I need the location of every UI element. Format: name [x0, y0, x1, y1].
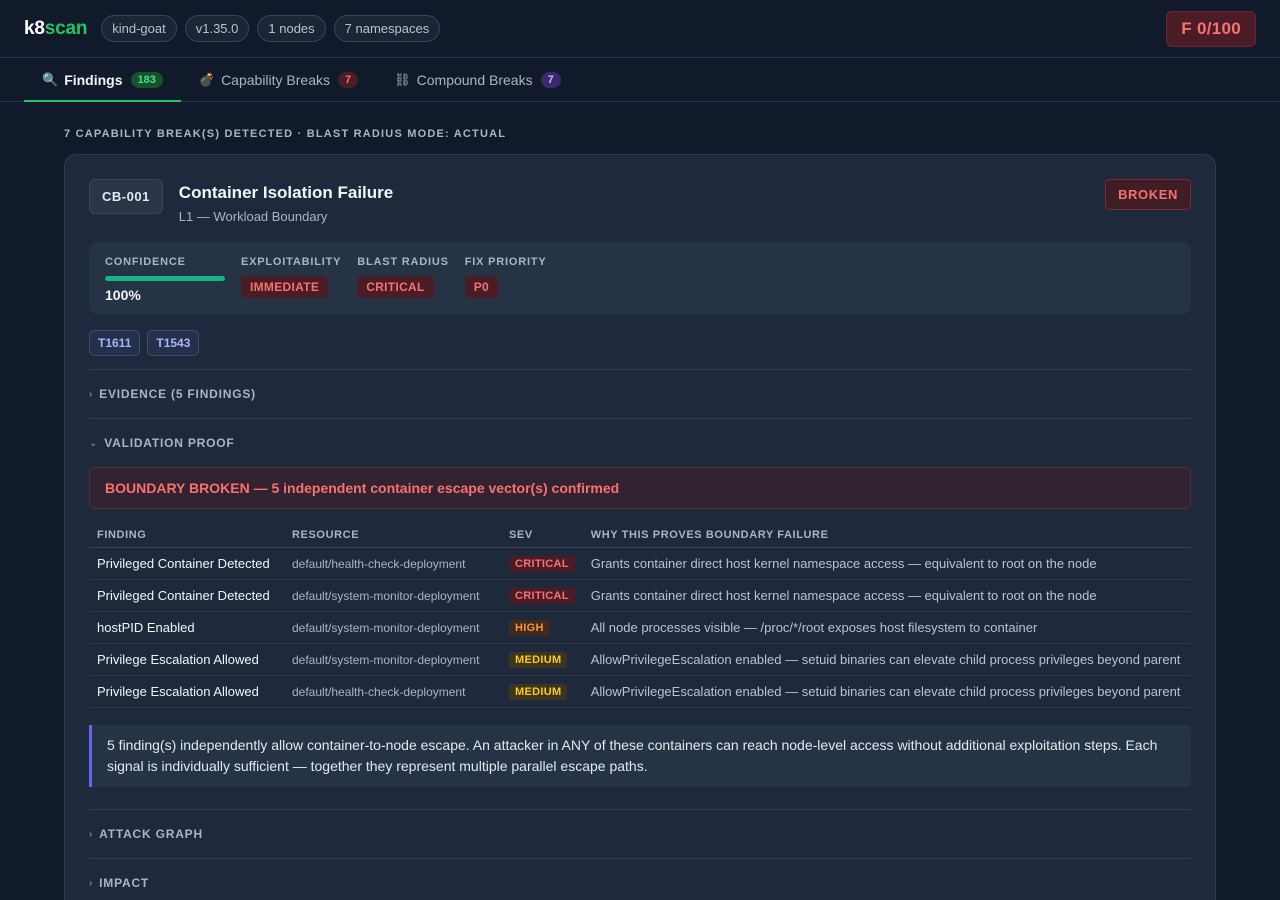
main-content: 7 CAPABILITY BREAK(S) DETECTED · BLAST R…	[0, 128, 1280, 900]
severity-badge: MEDIUM	[509, 652, 568, 668]
evidence-toggle[interactable]: › EVIDENCE (5 FINDINGS)	[89, 370, 1191, 418]
confidence-metric: CONFIDENCE 100%	[105, 256, 225, 303]
tab-bar: 🔍 Findings 183 💣 Capability Breaks 7 ⛓ C…	[0, 58, 1280, 102]
blast-radius-metric: BLAST RADIUS CRITICAL	[357, 256, 449, 300]
table-row: Privileged Container Detected default/sy…	[89, 579, 1191, 612]
confidence-value: 100%	[105, 287, 141, 303]
logo-scan: scan	[44, 17, 88, 39]
confidence-bar	[105, 276, 225, 281]
chevron-right-icon: ›	[89, 828, 94, 840]
severity-cell: CRITICAL	[501, 579, 583, 612]
section-label: ATTACK GRAPH	[99, 827, 203, 841]
fix-priority-badge: P0	[464, 276, 499, 298]
chain-icon: ⛓	[394, 71, 411, 87]
metric-label: EXPLOITABILITY	[241, 256, 342, 268]
top-bar: k8scan kind-goat v1.35.0 1 nodes 7 names…	[0, 0, 1280, 58]
metric-label: BLAST RADIUS	[357, 256, 449, 268]
tab-label: Compound Breaks	[416, 71, 533, 88]
severity-cell: CRITICAL	[501, 547, 583, 580]
section-label: EVIDENCE (5 FINDINGS)	[99, 387, 256, 401]
finding-cell: Privilege Escalation Allowed	[89, 643, 284, 676]
metric-label: FIX PRIORITY	[464, 256, 547, 268]
resource-cell: default/health-check-deployment	[284, 675, 501, 708]
exploitability-metric: EXPLOITABILITY IMMEDIATE	[241, 256, 341, 300]
chevron-right-icon: ›	[89, 388, 94, 400]
reason-cell: AllowPrivilegeEscalation enabled — setui…	[582, 643, 1191, 676]
explanation-callout: 5 finding(s) independently allow contain…	[89, 725, 1191, 787]
technique-tag[interactable]: T1611	[89, 330, 141, 356]
severity-badge: HIGH	[509, 620, 550, 636]
table-row: Privileged Container Detected default/he…	[89, 547, 1191, 580]
tab-count: 7	[540, 71, 561, 88]
confidence-bar-fill	[105, 276, 225, 281]
column-header: FINDING	[89, 523, 284, 548]
column-header: WHY THIS PROVES BOUNDARY FAILURE	[582, 523, 1191, 548]
severity-cell: MEDIUM	[501, 675, 583, 708]
resource-cell: default/system-monitor-deployment	[284, 643, 501, 676]
table-row: hostPID Enabled default/system-monitor-d…	[89, 611, 1191, 644]
nodes-pill: 1 nodes	[257, 15, 326, 42]
finding-cell: hostPID Enabled	[89, 611, 284, 644]
reason-cell: AllowPrivilegeEscalation enabled — setui…	[582, 675, 1191, 708]
break-id-badge: CB-001	[89, 179, 163, 214]
severity-badge: CRITICAL	[509, 588, 575, 604]
table-row: Privilege Escalation Allowed default/hea…	[89, 675, 1191, 708]
severity-cell: MEDIUM	[501, 643, 583, 676]
resource-cell: default/system-monitor-deployment	[284, 611, 501, 644]
tab-label: Findings	[64, 71, 123, 88]
tab-count: 7	[338, 71, 359, 88]
tab-findings[interactable]: 🔍 Findings 183	[24, 58, 181, 102]
break-title: Container Isolation Failure	[178, 183, 394, 202]
card-header: CB-001 Container Isolation Failure L1 — …	[89, 179, 1191, 224]
proof-banner: BOUNDARY BROKEN — 5 independent containe…	[89, 467, 1191, 509]
section-title: 7 CAPABILITY BREAK(S) DETECTED · BLAST R…	[64, 128, 507, 140]
section-label: IMPACT	[99, 876, 150, 890]
status-badge: BROKEN	[1105, 179, 1191, 210]
tab-count: 183	[130, 71, 163, 88]
severity-badge: MEDIUM	[509, 684, 568, 700]
security-score-badge: F 0/100	[1166, 10, 1256, 47]
capability-break-card: CB-001 Container Isolation Failure L1 — …	[64, 154, 1216, 900]
resource-cell: default/health-check-deployment	[284, 547, 501, 580]
cluster-name-pill: kind-goat	[101, 15, 177, 42]
app-logo[interactable]: k8scan	[24, 18, 87, 40]
severity-badge: CRITICAL	[509, 556, 575, 572]
attack-graph-toggle[interactable]: › ATTACK GRAPH	[89, 810, 1191, 858]
blast-radius-badge: CRITICAL	[357, 276, 434, 298]
version-pill: v1.35.0	[184, 15, 250, 42]
reason-cell: Grants container direct host kernel name…	[582, 547, 1191, 580]
magnifier-icon: 🔍	[42, 71, 59, 87]
metric-label: CONFIDENCE	[105, 256, 186, 268]
table-row: Privilege Escalation Allowed default/sys…	[89, 643, 1191, 676]
tab-capability-breaks[interactable]: 💣 Capability Breaks 7	[181, 58, 376, 101]
exploitability-badge: IMMEDIATE	[241, 276, 329, 298]
break-subtitle: L1 — Workload Boundary	[178, 209, 328, 224]
finding-cell: Privileged Container Detected	[89, 547, 284, 580]
reason-cell: Grants container direct host kernel name…	[582, 579, 1191, 612]
tab-compound-breaks[interactable]: ⛓ Compound Breaks 7	[376, 58, 579, 101]
section-label: VALIDATION PROOF	[104, 436, 235, 450]
fix-priority-metric: FIX PRIORITY P0	[464, 256, 547, 300]
column-header: RESOURCE	[284, 523, 501, 548]
namespaces-pill: 7 namespaces	[333, 15, 441, 42]
impact-toggle[interactable]: › IMPACT	[89, 859, 1191, 900]
finding-cell: Privilege Escalation Allowed	[89, 675, 284, 708]
evidence-table: FINDING RESOURCE SEV WHY THIS PROVES BOU…	[89, 523, 1191, 708]
tab-label: Capability Breaks	[221, 71, 330, 88]
resource-cell: default/system-monitor-deployment	[284, 579, 501, 612]
table-header-row: FINDING RESOURCE SEV WHY THIS PROVES BOU…	[89, 523, 1191, 548]
validation-proof-toggle[interactable]: ⌄ VALIDATION PROOF	[89, 419, 1191, 467]
column-header: SEV	[501, 523, 583, 548]
finding-cell: Privileged Container Detected	[89, 579, 284, 612]
reason-cell: All node processes visible — /proc/*/roo…	[582, 611, 1191, 644]
severity-cell: HIGH	[501, 611, 583, 644]
technique-tags: T1611 T1543	[89, 330, 1191, 356]
technique-tag[interactable]: T1543	[147, 330, 200, 356]
chevron-right-icon: ›	[89, 877, 94, 889]
chevron-down-icon: ⌄	[89, 437, 99, 449]
bomb-icon: 💣	[198, 71, 216, 87]
logo-k8: k8	[24, 17, 45, 39]
metrics-panel: CONFIDENCE 100% EXPLOITABILITY IMMEDIATE…	[89, 242, 1191, 314]
